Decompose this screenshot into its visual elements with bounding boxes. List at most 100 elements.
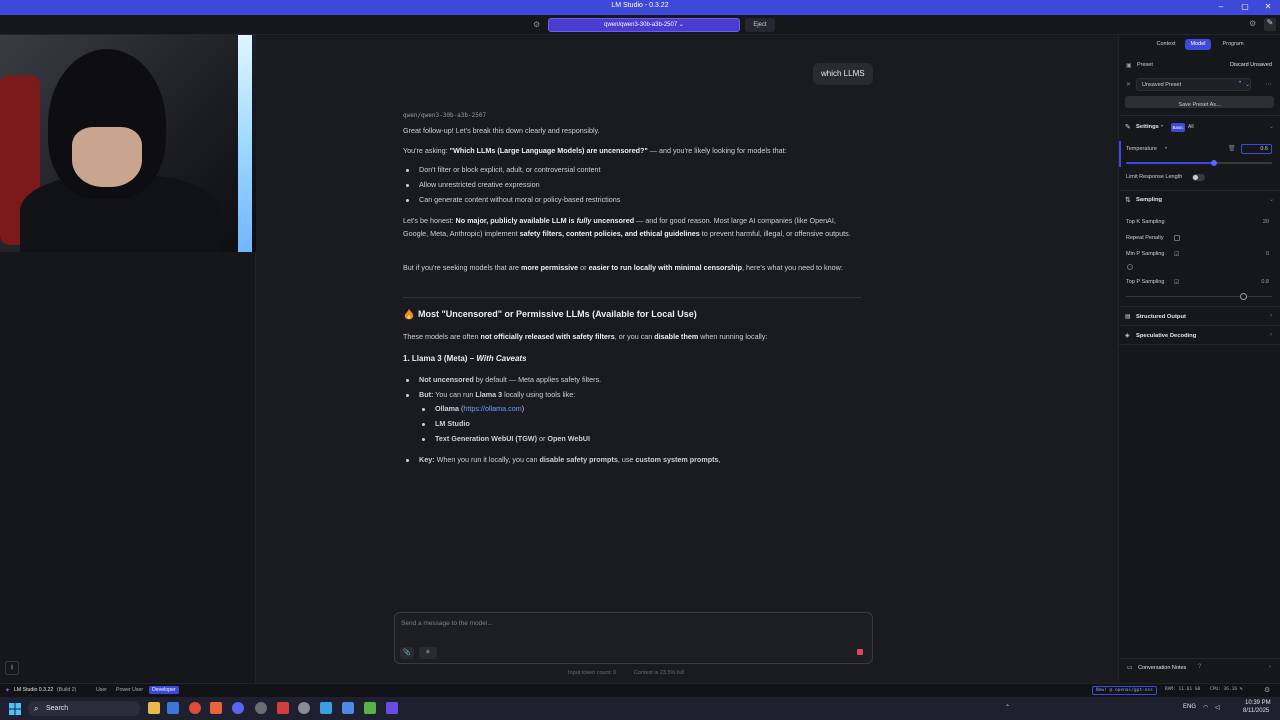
top-k-value[interactable]: 20 (1239, 219, 1269, 225)
help-icon[interactable]: ? (1198, 664, 1201, 670)
wrench-icon[interactable]: ✎ (1264, 18, 1276, 31)
model-selector-label: qwen/qwen3-30b-a3b-2507 (604, 22, 678, 28)
top-p-slider-handle[interactable] (1240, 293, 1247, 300)
more-icon[interactable]: ⋯ (1265, 80, 1272, 88)
tray-chevron-up-icon[interactable]: ⌃ (1005, 704, 1010, 711)
structured-output-heading[interactable]: Structured Output (1136, 314, 1186, 320)
terminal-icon[interactable] (364, 702, 376, 714)
gear-icon[interactable]: ⚙ (1249, 19, 1256, 28)
token-info: Input token count: 0 Context is 23.5% fu… (568, 670, 684, 676)
active-indicator (1119, 141, 1121, 167)
build-label: (Build 2) (57, 687, 77, 693)
message-composer[interactable]: Send a message to the model... 📎 ⚘ (394, 612, 873, 664)
list-item: Can generate content without moral or po… (406, 195, 620, 204)
chevron-down-icon[interactable]: ⌄ (1269, 196, 1274, 203)
min-p-slider-handle[interactable] (1127, 264, 1133, 270)
gear-icon[interactable]: ⚙ (1264, 686, 1270, 694)
language-indicator[interactable]: ENG (1183, 704, 1196, 710)
lmstudio-taskbar-icon[interactable] (386, 702, 398, 714)
eject-button[interactable]: Eject (745, 18, 775, 32)
window-title: LM Studio - 0.3.22 (611, 2, 669, 9)
settings-heading: Settings (1136, 124, 1159, 130)
chevron-right-icon[interactable]: › (1270, 332, 1272, 338)
stop-button[interactable] (857, 649, 863, 655)
temperature-slider-handle[interactable] (1210, 160, 1217, 166)
chevron-right-icon[interactable]: › (1270, 313, 1272, 319)
save-preset-button[interactable]: Save Preset As... (1125, 96, 1274, 108)
webcam-overlay (0, 35, 256, 252)
model-selector[interactable]: qwen/qwen3-30b-a3b-2507 ⌄ (548, 18, 740, 32)
app-icon[interactable] (255, 702, 267, 714)
tab-program[interactable]: Program (1217, 39, 1249, 50)
speculative-decoding-icon: ◈ (1125, 333, 1130, 339)
top-p-slider[interactable] (1126, 293, 1272, 300)
chevron-right-icon[interactable]: › (1269, 664, 1271, 670)
sub-list-item: LM Studio (422, 419, 470, 428)
window-titlebar: LM Studio - 0.3.22 – ▢ ✕ (0, 0, 1280, 15)
basic-toggle[interactable]: Basic (1171, 123, 1185, 132)
store-icon[interactable] (167, 702, 179, 714)
settings-icon[interactable]: ⚙ (533, 20, 540, 29)
temperature-label: Temperature (1126, 146, 1157, 152)
attach-icon[interactable]: 📎 (400, 647, 414, 659)
preset-select[interactable]: Unsaved Preset • ⌄ (1136, 78, 1251, 91)
min-p-checkbox[interactable]: ☑ (1174, 251, 1179, 258)
settings-app-icon[interactable] (298, 702, 310, 714)
paragraph: But if you're seeking models that are mo… (403, 263, 843, 272)
mode-developer[interactable]: Developer (149, 686, 179, 694)
model-tag: qwen/qwen3-30b-a3b-2507 (403, 112, 487, 119)
temperature-input[interactable]: 0.6 (1241, 144, 1272, 154)
top-p-value[interactable]: 0.8 (1239, 279, 1269, 285)
notepad-icon[interactable] (320, 702, 332, 714)
preset-icon: ▣ (1126, 63, 1132, 69)
limit-length-toggle[interactable] (1192, 174, 1205, 181)
conversation-notes-label[interactable]: Conversation Notes (1138, 665, 1186, 671)
tab-model[interactable]: Model (1185, 39, 1211, 50)
top-p-checkbox[interactable]: ☑ (1174, 279, 1179, 286)
cpu-usage: CPU: 36.16 % (1210, 687, 1243, 692)
download-icon[interactable]: ⭳ (5, 661, 19, 675)
new-model-badge[interactable]: New! @ openai/gpt-oss (1092, 686, 1157, 695)
temperature-slider[interactable] (1126, 160, 1272, 166)
mode-user[interactable]: User (96, 687, 107, 693)
mode-power-user[interactable]: Power User (116, 687, 143, 693)
chrome-icon[interactable] (189, 702, 201, 714)
divider (403, 297, 861, 298)
all-toggle[interactable]: All (1188, 123, 1194, 132)
fire-icon (404, 308, 414, 320)
close-icon[interactable]: ✕ (1126, 81, 1131, 88)
model-bar: ⚙ qwen/qwen3-30b-a3b-2507 ⌄ Eject ⚙ ✎ (0, 15, 1280, 35)
message-input[interactable]: Send a message to the model... (401, 620, 493, 627)
volume-icon[interactable]: ◁ (1215, 704, 1220, 711)
chevron-down-icon: ⌄ (678, 22, 684, 28)
recording-app-icon[interactable] (277, 702, 289, 714)
file-explorer-icon[interactable] (148, 702, 160, 714)
discard-unsaved-button[interactable]: Discard Unsaved (1230, 62, 1272, 68)
limit-length-label: Limit Response Length (1126, 174, 1183, 180)
temperature-slider-fill (1126, 162, 1214, 164)
chevron-down-icon: ⌄ (1245, 82, 1251, 88)
notes-icon: ▭ (1127, 665, 1133, 671)
clock-time[interactable]: 10:39 PM (1245, 700, 1271, 706)
chevron-down-icon[interactable]: ⌄ (1269, 123, 1274, 130)
trash-icon[interactable]: 🗑 (1228, 145, 1236, 152)
right-settings-panel: Context Model Program ▣ Preset Discard U… (1118, 35, 1280, 683)
list-item: Don't filter or block explicit, adult, o… (406, 165, 601, 174)
sampling-icon: ⇅ (1125, 197, 1131, 204)
document-icon[interactable] (342, 702, 354, 714)
tools-icon[interactable]: ⚘ (419, 647, 437, 659)
repeat-penalty-checkbox[interactable] (1174, 235, 1180, 241)
tab-context[interactable]: Context (1153, 39, 1179, 50)
speculative-decoding-heading[interactable]: Speculative Decoding (1136, 333, 1196, 339)
maximize-button[interactable]: ▢ (1235, 2, 1255, 11)
discord-icon[interactable] (232, 702, 244, 714)
minimize-button[interactable]: – (1211, 2, 1231, 11)
clock-date[interactable]: 8/11/2025 (1243, 708, 1269, 714)
wifi-icon[interactable]: ◠ (1203, 704, 1208, 711)
brave-icon[interactable] (210, 702, 222, 714)
ollama-link[interactable]: https://ollama.com (463, 404, 521, 413)
min-p-value[interactable]: 0 (1239, 251, 1269, 257)
close-button[interactable]: ✕ (1258, 2, 1278, 11)
windows-start-icon[interactable] (9, 702, 21, 715)
taskbar-search[interactable]: ⌕ Search (28, 701, 140, 716)
